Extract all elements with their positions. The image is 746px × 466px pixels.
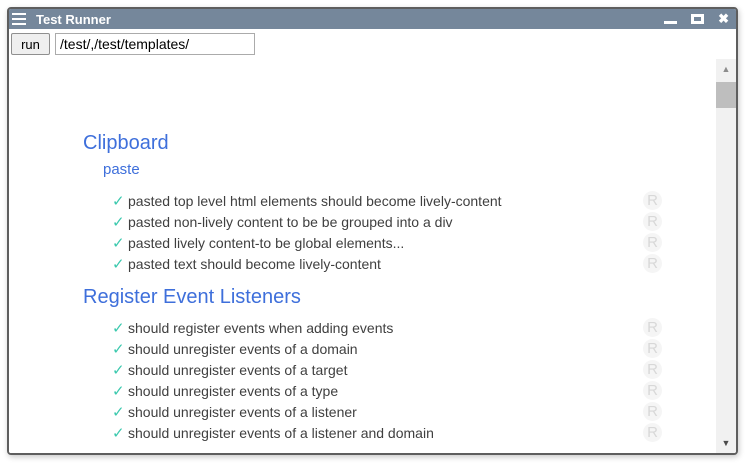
test-group-register-event-listeners: ✓ should register events when adding eve…: [9, 317, 716, 443]
test-row: ✓ should register events when adding eve…: [9, 317, 716, 338]
test-name: pasted non-lively content to be be group…: [128, 214, 453, 230]
rerun-test-button[interactable]: R: [643, 402, 662, 421]
pass-check-icon: ✓: [112, 361, 128, 379]
test-name: pasted text should become lively-content: [128, 256, 381, 272]
test-name: pasted top level html elements should be…: [128, 193, 502, 209]
window-title: Test Runner: [36, 12, 111, 27]
rerun-test-button[interactable]: R: [643, 339, 662, 358]
toolbar: run: [9, 29, 736, 59]
pass-check-icon: ✓: [112, 192, 128, 210]
pass-check-icon: ✓: [112, 234, 128, 252]
rerun-test-button[interactable]: R: [643, 254, 662, 273]
pass-check-icon: ✓: [112, 213, 128, 231]
pass-check-icon: ✓: [112, 340, 128, 358]
test-name: pasted lively content-to be global eleme…: [128, 235, 404, 251]
minimize-icon[interactable]: [664, 21, 677, 24]
pass-check-icon: ✓: [112, 424, 128, 442]
test-group-clipboard: ✓ pasted top level html elements should …: [9, 190, 716, 274]
window-controls: ✖: [664, 12, 729, 26]
test-results: Clipboard paste ✓ pasted top level html …: [9, 59, 716, 453]
scroll-down-icon[interactable]: ▼: [716, 433, 736, 453]
test-row: ✓ should unregister events of a domain R: [9, 338, 716, 359]
rerun-test-button[interactable]: R: [643, 318, 662, 337]
test-row: ✓ pasted top level html elements should …: [9, 190, 716, 211]
test-path-input[interactable]: [55, 33, 255, 55]
test-name: should unregister events of a listener: [128, 404, 357, 420]
close-icon[interactable]: ✖: [718, 12, 729, 26]
section-subtitle-paste: paste: [103, 161, 716, 179]
section-title-register-event-listeners: Register Event Listeners: [83, 285, 716, 309]
test-name: should unregister events of a type: [128, 383, 338, 399]
test-row: ✓ should unregister events of a listener…: [9, 422, 716, 443]
pass-check-icon: ✓: [112, 382, 128, 400]
test-runner-window: Test Runner ✖ run Clipboard paste ✓ past…: [7, 7, 738, 455]
scroll-up-icon[interactable]: ▲: [716, 59, 736, 79]
test-name: should unregister events of a listener a…: [128, 425, 434, 441]
test-row: ✓ should unregister events of a type R: [9, 380, 716, 401]
test-row: ✓ should unregister events of a target R: [9, 359, 716, 380]
test-row: ✓ pasted lively content-to be global ele…: [9, 232, 716, 253]
test-name: should register events when adding event…: [128, 320, 393, 336]
scrollbar-thumb[interactable]: [716, 82, 736, 108]
rerun-test-button[interactable]: R: [643, 381, 662, 400]
section-title-clipboard: Clipboard: [83, 131, 716, 155]
test-row: ✓ should unregister events of a listener…: [9, 401, 716, 422]
maximize-icon[interactable]: [691, 14, 704, 24]
pass-check-icon: ✓: [112, 255, 128, 273]
pass-check-icon: ✓: [112, 403, 128, 421]
pass-check-icon: ✓: [112, 319, 128, 337]
test-name: should unregister events of a domain: [128, 341, 358, 357]
rerun-test-button[interactable]: R: [643, 212, 662, 231]
rerun-test-button[interactable]: R: [643, 423, 662, 442]
test-name: should unregister events of a target: [128, 362, 347, 378]
menu-icon[interactable]: [12, 12, 29, 26]
rerun-test-button[interactable]: R: [643, 233, 662, 252]
run-button[interactable]: run: [11, 33, 50, 55]
test-row: ✓ pasted text should become lively-conte…: [9, 253, 716, 274]
test-row: ✓ pasted non-lively content to be be gro…: [9, 211, 716, 232]
rerun-test-button[interactable]: R: [643, 360, 662, 379]
rerun-test-button[interactable]: R: [643, 191, 662, 210]
vertical-scrollbar[interactable]: ▲ ▼: [716, 59, 736, 453]
window-titlebar[interactable]: Test Runner ✖: [9, 9, 736, 29]
